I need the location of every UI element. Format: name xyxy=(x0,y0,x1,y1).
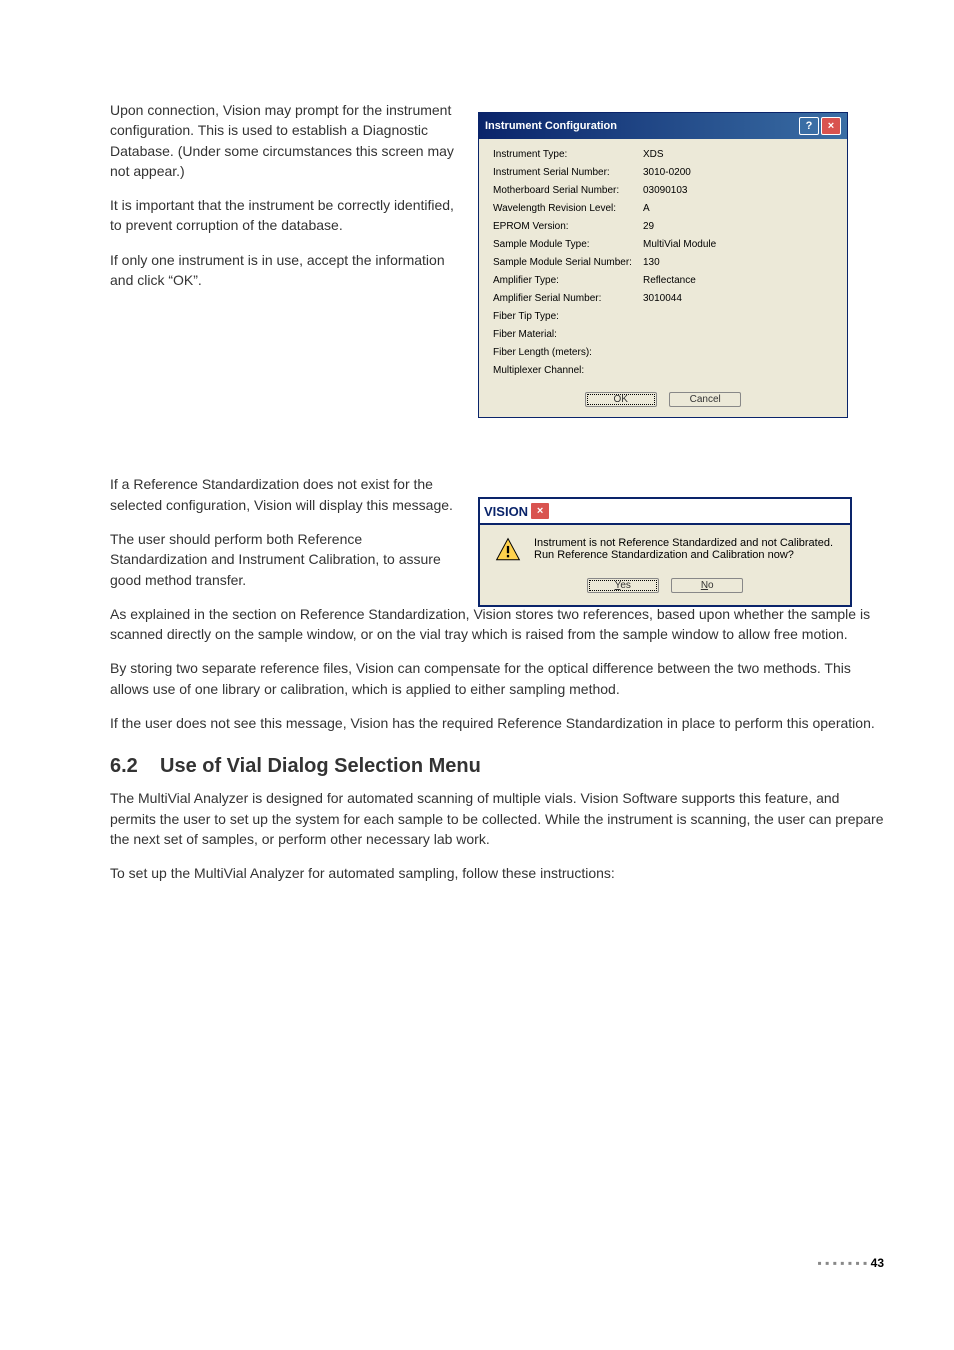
field-label: Motherboard Serial Number: xyxy=(493,185,643,196)
heading-title: Use of Vial Dialog Selection Menu xyxy=(160,755,481,777)
config-row: Fiber Material: xyxy=(493,329,833,340)
section-heading: 6.2Use of Vial Dialog Selection Menu xyxy=(110,755,884,778)
field-label: Amplifier Serial Number: xyxy=(493,293,643,304)
field-label: Amplifier Type: xyxy=(493,275,643,286)
field-label: Fiber Material: xyxy=(493,329,643,340)
dialog-title: VISION xyxy=(484,504,528,519)
body-paragraph: If a Reference Standardization does not … xyxy=(110,474,460,515)
heading-number: 6.2 xyxy=(110,755,160,778)
config-row: Amplifier Serial Number:3010044 xyxy=(493,293,833,304)
config-row: Sample Module Serial Number:130 xyxy=(493,257,833,268)
field-value: 3010-0200 xyxy=(643,167,691,178)
field-label: Sample Module Type: xyxy=(493,239,643,250)
config-row: Sample Module Type:MultiVial Module xyxy=(493,239,833,250)
dialog-titlebar: Instrument Configuration ? × xyxy=(479,113,847,139)
warning-icon xyxy=(494,537,522,563)
field-value: 3010044 xyxy=(643,293,682,304)
config-row: Fiber Length (meters): xyxy=(493,347,833,358)
document-page: Upon connection, Vision may prompt for t… xyxy=(0,0,954,1310)
body-paragraph: If only one instrument is in use, accept… xyxy=(110,250,460,291)
body-paragraph: The user should perform both Reference S… xyxy=(110,529,460,590)
field-value: A xyxy=(643,203,650,214)
config-row: Instrument Type:XDS xyxy=(493,149,833,160)
field-value: 29 xyxy=(643,221,654,232)
body-paragraph: As explained in the section on Reference… xyxy=(110,604,884,645)
body-paragraph: By storing two separate reference files,… xyxy=(110,658,884,699)
field-label: Wavelength Revision Level: xyxy=(493,203,643,214)
config-row: Fiber Tip Type: xyxy=(493,311,833,322)
close-icon[interactable]: × xyxy=(821,117,841,135)
field-value: XDS xyxy=(643,149,664,160)
body-paragraph: It is important that the instrument be c… xyxy=(110,195,460,236)
cancel-button[interactable]: Cancel xyxy=(669,392,741,407)
page-footer: ▪ ▪ ▪ ▪ ▪ ▪ ▪ 43 xyxy=(818,1256,884,1270)
no-button[interactable]: No xyxy=(671,578,743,593)
dialog-message: Instrument is not Reference Standardized… xyxy=(534,537,833,563)
field-value: MultiVial Module xyxy=(643,239,716,250)
config-row: Instrument Serial Number:3010-0200 xyxy=(493,167,833,178)
config-row: EPROM Version:29 xyxy=(493,221,833,232)
field-label: Multiplexer Channel: xyxy=(493,365,643,376)
close-icon[interactable]: × xyxy=(530,502,550,520)
yes-button[interactable]: Yes xyxy=(587,578,659,593)
config-row: Multiplexer Channel: xyxy=(493,365,833,376)
dialog-button-row: OK Cancel xyxy=(479,385,847,417)
dialog-body: Instrument Type:XDS Instrument Serial Nu… xyxy=(479,139,847,385)
config-row: Amplifier Type:Reflectance xyxy=(493,275,833,286)
field-label: Instrument Type: xyxy=(493,149,643,160)
field-label: Fiber Tip Type: xyxy=(493,311,643,322)
field-value: 03090103 xyxy=(643,185,688,196)
field-label: Fiber Length (meters): xyxy=(493,347,643,358)
ok-button[interactable]: OK xyxy=(585,392,657,407)
help-icon[interactable]: ? xyxy=(799,117,819,135)
dialog-title: Instrument Configuration xyxy=(485,120,797,132)
dialog-button-row: Yes No xyxy=(480,569,850,605)
field-label: EPROM Version: xyxy=(493,221,643,232)
body-paragraph: Upon connection, Vision may prompt for t… xyxy=(110,100,460,181)
body-paragraph: If the user does not see this message, V… xyxy=(110,713,884,733)
config-row: Motherboard Serial Number:03090103 xyxy=(493,185,833,196)
field-label: Instrument Serial Number: xyxy=(493,167,643,178)
vision-message-dialog: VISION × Instrument is not Reference Sta… xyxy=(478,497,852,607)
dialog-titlebar: VISION × xyxy=(480,499,850,525)
field-value: 130 xyxy=(643,257,660,268)
footer-dots: ▪ ▪ ▪ ▪ ▪ ▪ ▪ xyxy=(818,1256,868,1270)
dialog-body: Instrument is not Reference Standardized… xyxy=(480,525,850,569)
body-paragraph: The MultiVial Analyzer is designed for a… xyxy=(110,788,884,849)
instrument-configuration-dialog: Instrument Configuration ? × Instrument … xyxy=(478,112,848,418)
page-number: 43 xyxy=(871,1256,884,1270)
field-value: Reflectance xyxy=(643,275,696,286)
config-row: Wavelength Revision Level:A xyxy=(493,203,833,214)
field-label: Sample Module Serial Number: xyxy=(493,257,643,268)
body-paragraph: To set up the MultiVial Analyzer for aut… xyxy=(110,863,884,883)
